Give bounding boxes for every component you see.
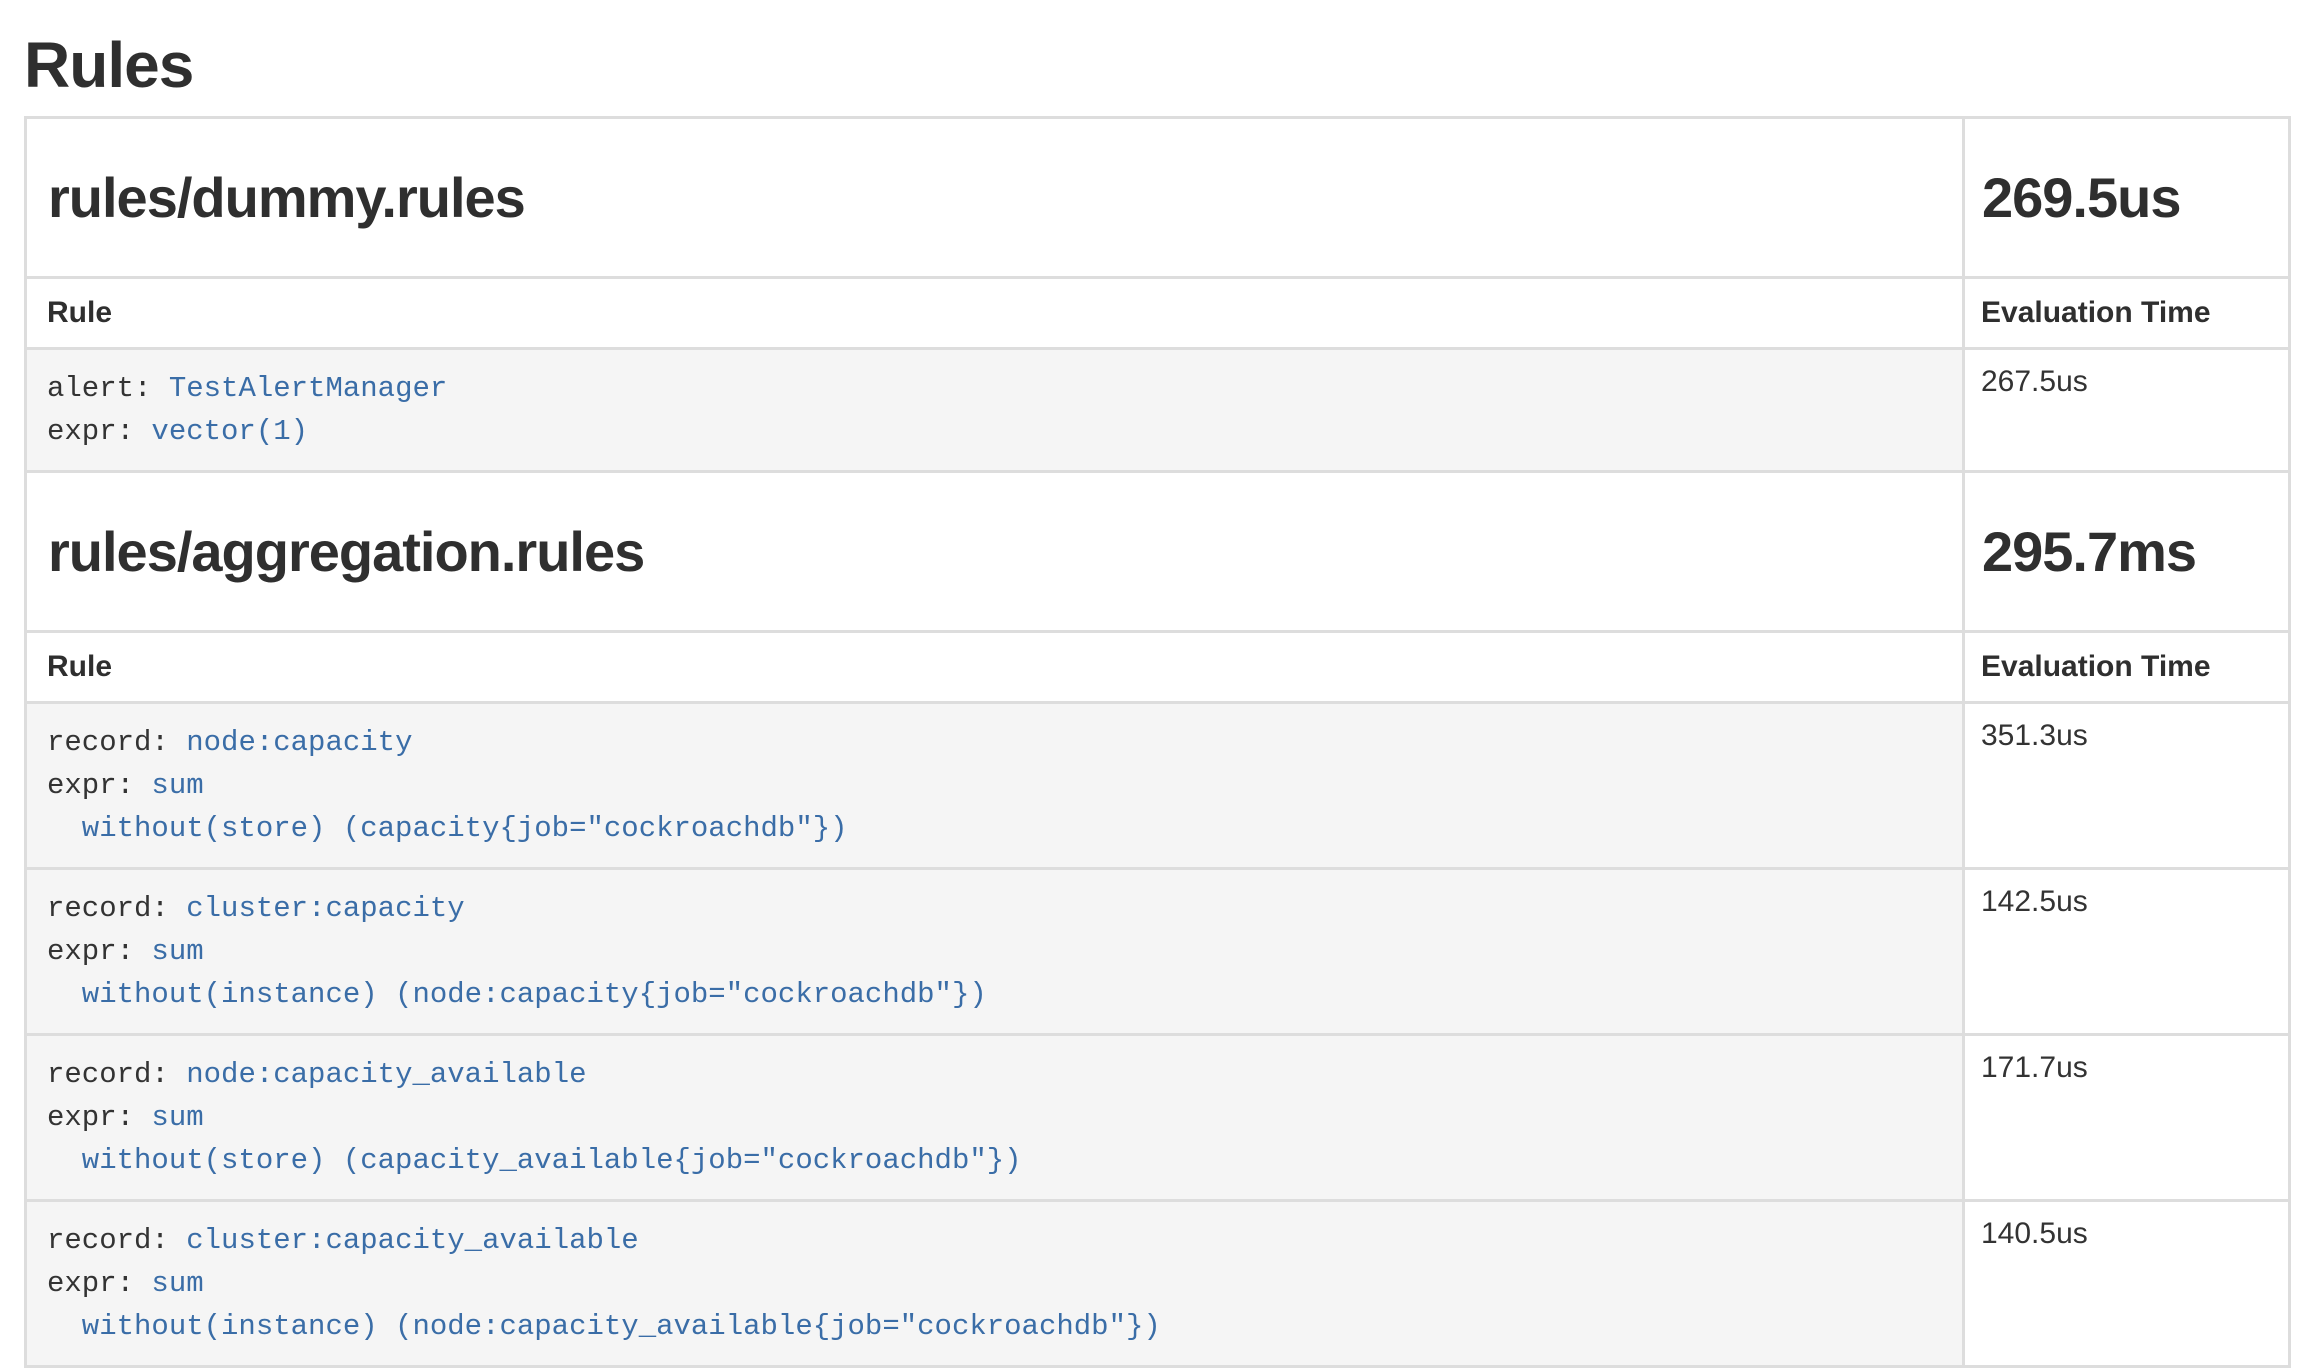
group-eval-time: 269.5us — [1966, 165, 2287, 230]
rule-row: record: cluster:capacity expr: sum witho… — [26, 869, 2290, 1035]
rule-type-label: record: — [47, 726, 186, 759]
rule-cell: record: node:capacity expr: sum without(… — [26, 703, 1964, 869]
rule-definition: alert: TestAlertManager expr: vector(1) — [27, 350, 1962, 470]
column-header-row: RuleEvaluation Time — [26, 278, 2290, 349]
rule-column-header: Rule — [26, 632, 1964, 703]
group-file-name: rules/dummy.rules — [28, 165, 1961, 230]
column-header-row: RuleEvaluation Time — [26, 632, 2290, 703]
rule-row: record: cluster:capacity_available expr:… — [26, 1201, 2290, 1367]
group-header-row: rules/aggregation.rules295.7ms — [26, 472, 2290, 632]
expr-label: expr: — [47, 935, 151, 968]
rule-eval-time: 140.5us — [1964, 1201, 2290, 1367]
rule-definition: record: cluster:capacity_available expr:… — [27, 1202, 1962, 1365]
group-file-cell: rules/dummy.rules — [26, 118, 1964, 278]
rule-type-label: record: — [47, 892, 186, 925]
rule-eval-time: 267.5us — [1964, 349, 2290, 472]
rule-type-label: record: — [47, 1224, 186, 1257]
expr-label: expr: — [47, 415, 151, 448]
group-eval-time-cell: 295.7ms — [1964, 472, 2290, 632]
group-header-row: rules/dummy.rules269.5us — [26, 118, 2290, 278]
group-eval-time: 295.7ms — [1966, 519, 2287, 584]
eval-time-column-header: Evaluation Time — [1964, 632, 2290, 703]
rule-expr-link[interactable]: sum without(instance) (node:capacity_ava… — [47, 1267, 1161, 1343]
group-eval-time-cell: 269.5us — [1964, 118, 2290, 278]
group-file-name: rules/aggregation.rules — [28, 519, 1961, 584]
rule-row: record: node:capacity_available expr: su… — [26, 1035, 2290, 1201]
rule-eval-time: 142.5us — [1964, 869, 2290, 1035]
rules-page: Rules rules/dummy.rules269.5usRuleEvalua… — [0, 0, 2316, 1368]
rule-eval-time: 351.3us — [1964, 703, 2290, 869]
rule-row: record: node:capacity expr: sum without(… — [26, 703, 2290, 869]
expr-label: expr: — [47, 769, 151, 802]
page-title: Rules — [24, 28, 2291, 102]
expr-label: expr: — [47, 1101, 151, 1134]
expr-label: expr: — [47, 1267, 151, 1300]
rule-cell: record: node:capacity_available expr: su… — [26, 1035, 1964, 1201]
rule-definition: record: cluster:capacity expr: sum witho… — [27, 870, 1962, 1033]
rule-type-label: record: — [47, 1058, 186, 1091]
rule-expr-link[interactable]: sum without(instance) (node:capacity{job… — [47, 935, 987, 1011]
rule-row: alert: TestAlertManager expr: vector(1)2… — [26, 349, 2290, 472]
rule-type-label: alert: — [47, 372, 169, 405]
rules-table: rules/dummy.rules269.5usRuleEvaluation T… — [24, 116, 2291, 1368]
rule-name-link[interactable]: cluster:capacity — [186, 892, 464, 925]
rule-definition: record: node:capacity_available expr: su… — [27, 1036, 1962, 1199]
rule-definition: record: node:capacity expr: sum without(… — [27, 704, 1962, 867]
rule-name-link[interactable]: node:capacity — [186, 726, 412, 759]
rule-eval-time: 171.7us — [1964, 1035, 2290, 1201]
rule-column-header: Rule — [26, 278, 1964, 349]
rule-cell: record: cluster:capacity expr: sum witho… — [26, 869, 1964, 1035]
rule-name-link[interactable]: node:capacity_available — [186, 1058, 586, 1091]
rule-expr-link[interactable]: sum without(store) (capacity{job="cockro… — [47, 769, 848, 845]
eval-time-column-header: Evaluation Time — [1964, 278, 2290, 349]
rule-cell: alert: TestAlertManager expr: vector(1) — [26, 349, 1964, 472]
rule-name-link[interactable]: TestAlertManager — [169, 372, 447, 405]
group-file-cell: rules/aggregation.rules — [26, 472, 1964, 632]
rule-expr-link[interactable]: sum without(store) (capacity_available{j… — [47, 1101, 1022, 1177]
rule-name-link[interactable]: cluster:capacity_available — [186, 1224, 638, 1257]
rule-cell: record: cluster:capacity_available expr:… — [26, 1201, 1964, 1367]
rule-expr-link[interactable]: vector(1) — [151, 415, 308, 448]
